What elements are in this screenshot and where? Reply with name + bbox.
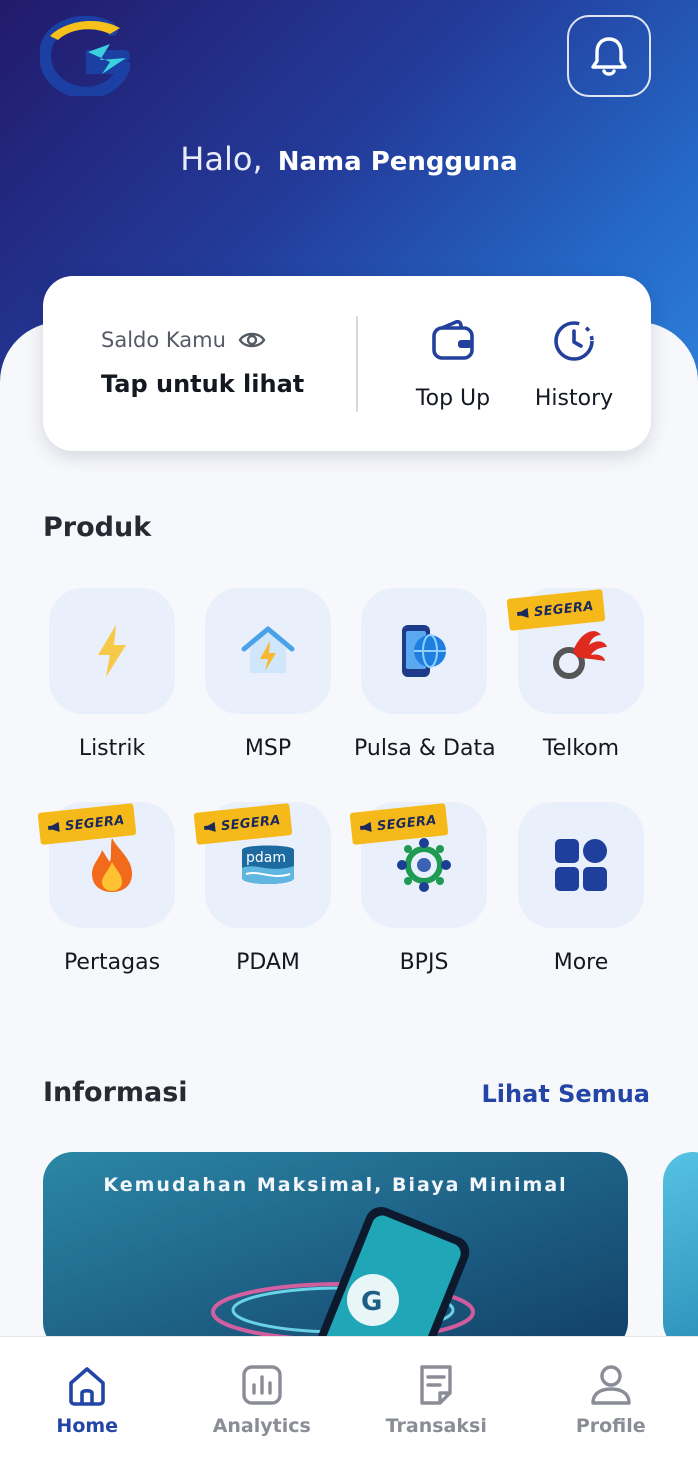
segera-badge: SEGERA bbox=[193, 803, 293, 845]
product-label: MSP bbox=[244, 736, 292, 761]
greeting-prefix: Halo, bbox=[180, 140, 263, 178]
wallet-icon bbox=[432, 319, 474, 360]
product-more[interactable]: More bbox=[511, 802, 651, 975]
nav-label: Home bbox=[56, 1415, 119, 1437]
info-banner[interactable]: Kemudahan Maksimal, Biaya Minimal G bbox=[43, 1152, 628, 1352]
nav-label: Profile bbox=[575, 1415, 646, 1437]
grid-more-icon bbox=[555, 839, 607, 891]
product-label: PDAM bbox=[236, 950, 300, 975]
flame-icon bbox=[92, 838, 132, 892]
megaphone-icon bbox=[204, 821, 216, 832]
house-lightning-icon bbox=[241, 626, 295, 673]
megaphone-icon bbox=[360, 821, 372, 832]
segera-label: SEGERA bbox=[376, 812, 438, 834]
eye-icon[interactable] bbox=[238, 330, 266, 350]
svg-text:pdam: pdam bbox=[246, 850, 286, 866]
product-label: BPJS bbox=[399, 950, 449, 975]
card-divider bbox=[356, 316, 358, 412]
product-tile: pdam SEGERA bbox=[193, 802, 331, 928]
product-pdam[interactable]: pdam SEGERA PDAM bbox=[193, 802, 338, 975]
product-tile: SEGERA bbox=[37, 802, 175, 928]
product-tile bbox=[205, 588, 331, 714]
segera-label: SEGERA bbox=[220, 812, 282, 834]
analytics-icon bbox=[242, 1365, 282, 1405]
banner-phone-illustration: G bbox=[211, 1206, 475, 1352]
product-tile bbox=[361, 588, 487, 714]
top-up-label: Top Up bbox=[415, 386, 491, 411]
telkom-logo-icon bbox=[553, 631, 607, 679]
balance-card: Saldo Kamu Tap untuk lihat Top Up Histor… bbox=[43, 276, 651, 451]
history-label: History bbox=[534, 386, 614, 411]
nav-transaksi[interactable]: Transaksi bbox=[349, 1337, 524, 1458]
product-telkom[interactable]: SEGERA Telkom bbox=[506, 588, 651, 761]
product-pulsa-data[interactable]: Pulsa & Data bbox=[354, 588, 496, 761]
megaphone-icon bbox=[517, 607, 529, 618]
nav-label: Transaksi bbox=[385, 1415, 487, 1437]
product-tile bbox=[518, 802, 644, 928]
product-listrik[interactable]: Listrik bbox=[42, 588, 182, 761]
saldo-reveal-button[interactable]: Tap untuk lihat bbox=[101, 370, 304, 398]
history-button[interactable]: History bbox=[514, 316, 634, 411]
product-label: Listrik bbox=[78, 736, 146, 761]
product-label: Pertagas bbox=[63, 950, 161, 975]
product-msp[interactable]: MSP bbox=[198, 588, 338, 761]
saldo-label: Saldo Kamu bbox=[101, 328, 226, 352]
nav-label: Analytics bbox=[212, 1415, 311, 1437]
svg-text:G: G bbox=[361, 1287, 382, 1317]
notification-button[interactable] bbox=[567, 15, 651, 97]
app-logo bbox=[39, 15, 133, 99]
product-tile: SEGERA bbox=[506, 588, 644, 714]
product-pertagas[interactable]: SEGERA Pertagas bbox=[37, 802, 182, 975]
nav-analytics[interactable]: Analytics bbox=[175, 1337, 350, 1458]
segera-label: SEGERA bbox=[533, 598, 595, 620]
greeting: Halo, Nama Pengguna bbox=[0, 140, 698, 178]
saldo-label-row: Saldo Kamu bbox=[101, 328, 266, 352]
bottom-nav: Home Analytics Transaksi Profile bbox=[0, 1336, 698, 1458]
product-tile bbox=[49, 588, 175, 714]
informasi-title: Informasi bbox=[43, 1077, 188, 1108]
pdam-logo-icon: pdam bbox=[242, 845, 294, 884]
transaction-icon bbox=[420, 1365, 452, 1405]
product-tile: SEGERA bbox=[349, 802, 487, 928]
profile-icon bbox=[591, 1365, 631, 1405]
segera-label: SEGERA bbox=[64, 812, 126, 834]
product-label: Pulsa & Data bbox=[354, 736, 496, 761]
phone-globe-icon bbox=[402, 625, 446, 677]
bpjs-logo-icon bbox=[397, 838, 451, 892]
home-icon bbox=[69, 1367, 106, 1406]
info-banner-next[interactable] bbox=[663, 1152, 698, 1352]
bell-icon bbox=[591, 37, 627, 76]
product-bpjs[interactable]: SEGERA BPJS bbox=[349, 802, 494, 975]
lightning-icon bbox=[98, 625, 126, 677]
see-all-link[interactable]: Lihat Semua bbox=[482, 1080, 650, 1108]
user-name: Nama Pengguna bbox=[277, 147, 518, 177]
nav-profile[interactable]: Profile bbox=[524, 1337, 698, 1458]
product-label: Telkom bbox=[542, 736, 620, 761]
top-up-button[interactable]: Top Up bbox=[393, 316, 513, 411]
product-label: More bbox=[553, 950, 609, 975]
megaphone-icon bbox=[48, 821, 60, 832]
history-clock-icon bbox=[554, 321, 594, 361]
nav-home[interactable]: Home bbox=[0, 1337, 175, 1458]
produk-title: Produk bbox=[43, 512, 152, 543]
